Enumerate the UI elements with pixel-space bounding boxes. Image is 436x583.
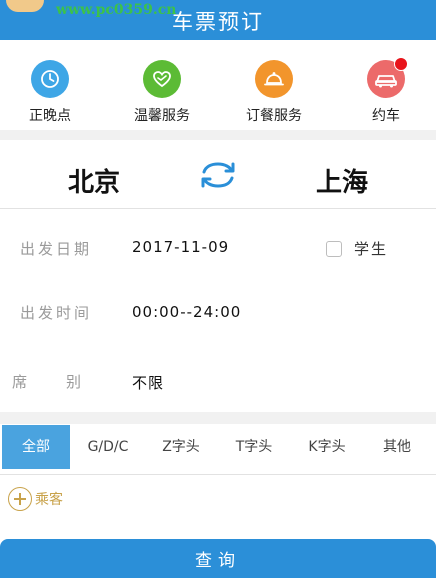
- to-city[interactable]: 上海: [316, 162, 368, 199]
- student-label: 学生: [354, 240, 389, 258]
- service-car[interactable]: 约车: [336, 52, 436, 125]
- plus-circle-icon: [8, 487, 32, 511]
- tab-all[interactable]: 全部: [2, 425, 70, 469]
- date-label: 出发日期: [20, 240, 93, 258]
- route-divider: [0, 208, 436, 209]
- tab-t[interactable]: T字头: [222, 425, 286, 469]
- time-value[interactable]: 00:00--24:00: [132, 303, 241, 321]
- service-meal-label: 订餐服务: [246, 108, 302, 124]
- from-city[interactable]: 北京: [68, 162, 120, 199]
- tabs-divider: [0, 474, 436, 475]
- service-meal-circle: [255, 60, 293, 98]
- swap-arrows-icon: [201, 162, 235, 188]
- notification-badge: [394, 57, 408, 71]
- service-shortcuts: 正晚点 温馨服务 订餐服务 约车: [0, 52, 436, 128]
- heart-icon: [153, 71, 171, 88]
- service-car-label: 约车: [372, 108, 400, 124]
- service-meal[interactable]: 订餐服务: [224, 52, 324, 125]
- app-header: www.pc0359.cn 车票预订: [0, 0, 436, 40]
- time-label: 出发时间: [20, 304, 93, 322]
- date-value[interactable]: 2017-11-09: [132, 238, 229, 256]
- service-care-label: 温馨服务: [134, 108, 190, 124]
- tab-gdc[interactable]: G/D/C: [76, 425, 140, 469]
- service-car-circle: [367, 57, 408, 98]
- passenger-label: 乘客: [35, 492, 63, 508]
- query-button[interactable]: 查询: [0, 539, 436, 578]
- swap-cities-button[interactable]: [196, 158, 240, 192]
- student-option[interactable]: 学生: [326, 238, 388, 259]
- service-late-info-label: 正晚点: [29, 108, 71, 124]
- tab-other[interactable]: 其他: [366, 425, 428, 469]
- service-late-info-circle: [31, 60, 69, 98]
- section-divider: [0, 412, 436, 424]
- page-title: 车票预订: [172, 10, 264, 34]
- seat-label: 席 别: [12, 373, 85, 391]
- clock-icon: [41, 70, 59, 88]
- train-type-tabs: 全部 G/D/C Z字头 T字头 K字头 其他: [0, 425, 436, 469]
- tab-z[interactable]: Z字头: [148, 425, 214, 469]
- service-care-circle: [143, 60, 181, 98]
- student-checkbox[interactable]: [326, 240, 342, 257]
- section-divider: [0, 130, 436, 140]
- service-care[interactable]: 温馨服务: [112, 52, 212, 125]
- food-cloche-icon: [264, 72, 284, 86]
- service-late-info[interactable]: 正晚点: [0, 52, 100, 125]
- tab-k[interactable]: K字头: [294, 425, 360, 469]
- add-passenger-button[interactable]: 乘客: [8, 487, 63, 511]
- seat-value[interactable]: 不限: [132, 372, 164, 393]
- car-icon: [375, 75, 397, 88]
